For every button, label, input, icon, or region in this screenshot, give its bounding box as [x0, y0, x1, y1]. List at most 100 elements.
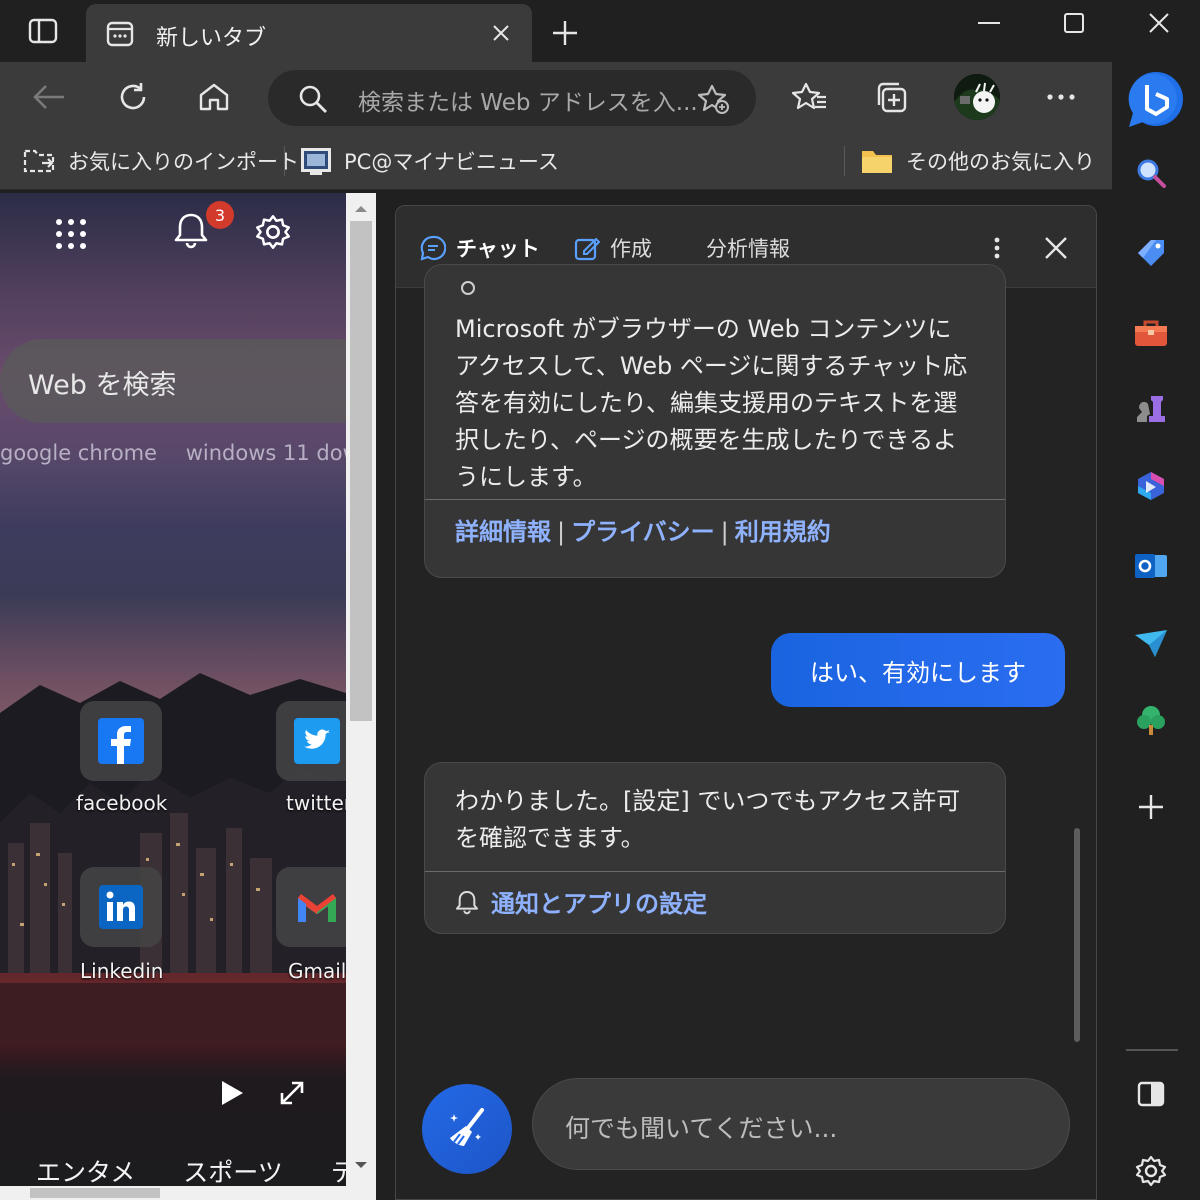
learn-more-link[interactable]: 詳細情報: [455, 518, 551, 546]
sidebar-outlook[interactable]: [1128, 543, 1174, 589]
plus-icon: [1139, 795, 1163, 819]
quick-link-facebook[interactable]: [80, 701, 162, 781]
web-search-box[interactable]: Web を検索: [0, 339, 346, 423]
more-horizontal-icon: [1047, 94, 1075, 100]
quick-link-gmail[interactable]: [276, 867, 346, 947]
refresh-icon: [120, 83, 146, 110]
web-search-input[interactable]: Web を検索: [28, 363, 176, 402]
copilot-more-button[interactable]: [982, 228, 1012, 268]
link-separator: |: [557, 518, 566, 546]
compose-edit-icon: [574, 237, 600, 261]
tab-actions-button[interactable]: [14, 10, 72, 52]
minimize-icon: [978, 22, 1000, 24]
add-favorite-button[interactable]: [696, 82, 732, 116]
refresh-button[interactable]: [110, 74, 156, 120]
settings-and-more-button[interactable]: [1038, 74, 1084, 120]
tab-compose[interactable]: 作成: [574, 230, 652, 266]
collections-icon: [877, 82, 907, 113]
notification-settings-link[interactable]: 通知とアプリの設定: [425, 872, 1005, 931]
window-close-button[interactable]: [1140, 6, 1178, 40]
profile-picture-icon: [954, 74, 1000, 120]
page-settings-button[interactable]: [250, 209, 296, 255]
split-panel-icon: [1137, 1081, 1165, 1107]
sidebar-drop[interactable]: [1128, 698, 1174, 744]
trending-search-item[interactable]: google chrome: [0, 441, 157, 465]
gear-icon: [256, 215, 290, 249]
tab-new-tab[interactable]: 新しいタブ: [86, 4, 532, 62]
sidebar-hide-button[interactable]: [1128, 1071, 1174, 1117]
home-icon: [199, 83, 229, 111]
page-horizontal-scrollbar[interactable]: [0, 1186, 346, 1200]
scrollbar-thumb[interactable]: [350, 221, 372, 721]
tab-title: 新しいタブ: [156, 26, 267, 51]
favorites-divider: [844, 146, 845, 176]
sidebar-send[interactable]: [1128, 620, 1174, 666]
privacy-link[interactable]: プライバシー: [571, 518, 715, 546]
feed-category-more[interactable]: テ: [331, 1158, 346, 1187]
background-play-button[interactable]: [212, 1073, 252, 1113]
quick-link-twitter[interactable]: [276, 701, 346, 781]
favorites-button[interactable]: [786, 74, 832, 120]
copilot-close-button[interactable]: [1036, 228, 1076, 268]
gear-icon: [1135, 1155, 1167, 1187]
paper-plane-icon: [1135, 630, 1167, 657]
plus-icon: [553, 21, 577, 45]
linkedin-icon: [99, 885, 143, 929]
address-bar[interactable]: 検索または Web アドレスを入...: [268, 70, 756, 126]
copilot-bing-icon: [1128, 72, 1183, 127]
close-icon: [1045, 237, 1067, 259]
tab-close-button[interactable]: [486, 18, 516, 48]
quick-link-linkedin[interactable]: [80, 867, 162, 947]
feed-category-entertainment[interactable]: エンタメ: [36, 1158, 135, 1187]
profile-avatar[interactable]: [954, 74, 1000, 120]
sidebar-shopping[interactable]: [1128, 230, 1174, 276]
copilot-button[interactable]: [1112, 62, 1200, 138]
home-button[interactable]: [191, 74, 237, 120]
microsoft365-icon: [1138, 472, 1164, 500]
feed-category-sports[interactable]: スポーツ: [183, 1158, 283, 1187]
chat-input-placeholder[interactable]: 何でも聞いてください...: [565, 1109, 837, 1145]
tab-insights[interactable]: 分析情報: [706, 230, 790, 266]
copilot-panel: チャット 作成 分析情報 Microsoft がブラウザーの Web コンテンツ…: [395, 205, 1097, 1200]
minimize-button[interactable]: [970, 6, 1008, 40]
sidebar-settings[interactable]: [1128, 1148, 1174, 1194]
favorite-mynavi[interactable]: PC@マイナビニュース: [300, 142, 559, 180]
app-launcher-button[interactable]: [48, 211, 94, 257]
sidebar-tools[interactable]: [1128, 310, 1174, 356]
message-links: 詳細情報 | プライバシー | 利用規約: [425, 500, 1005, 559]
new-tab-button[interactable]: [546, 14, 584, 52]
back-button[interactable]: [26, 74, 72, 120]
gmail-icon: [298, 894, 336, 922]
scroll-down-arrow-icon: [355, 1162, 367, 1168]
favorite-other-folder[interactable]: その他のお気に入り: [860, 142, 1095, 180]
sidebar-add-app[interactable]: [1128, 784, 1174, 830]
chat-input-box[interactable]: 何でも聞いてください...: [532, 1078, 1070, 1170]
notification-count-badge: 3: [206, 201, 234, 229]
sidebar-games[interactable]: [1128, 385, 1174, 431]
favorite-import[interactable]: お気に入りのインポート: [22, 142, 299, 180]
quick-link-label: twitter: [286, 791, 346, 815]
sidebar-search[interactable]: [1128, 150, 1174, 196]
facebook-icon: [98, 718, 144, 764]
maximize-button[interactable]: [1055, 6, 1093, 40]
tab-label: 作成: [610, 237, 652, 261]
search-icon: [298, 84, 328, 118]
tab-chat[interactable]: チャット: [420, 230, 540, 266]
chat-scrollbar[interactable]: [1074, 828, 1080, 1042]
new-tab-page-icon: [106, 20, 134, 52]
play-icon: [222, 1081, 243, 1105]
new-topic-button[interactable]: [422, 1084, 512, 1174]
trending-search-item[interactable]: windows 11 dow: [186, 441, 346, 465]
sidebar-microsoft365[interactable]: [1128, 463, 1174, 509]
background-expand-button[interactable]: [272, 1073, 312, 1113]
more-vertical-icon: [994, 237, 1000, 259]
address-input[interactable]: 検索または Web アドレスを入...: [358, 83, 698, 117]
assistant-message-consent: Microsoft がブラウザーの Web コンテンツにアクセスして、Web ペ…: [424, 264, 1006, 578]
chat-bubble-icon: [420, 235, 446, 261]
tab-label: 分析情報: [706, 237, 790, 261]
collections-button[interactable]: [868, 74, 914, 120]
terms-link[interactable]: 利用規約: [735, 518, 831, 546]
page-vertical-scrollbar[interactable]: [346, 193, 376, 1200]
scrollbar-thumb[interactable]: [30, 1188, 160, 1198]
search-icon: [1137, 159, 1166, 188]
